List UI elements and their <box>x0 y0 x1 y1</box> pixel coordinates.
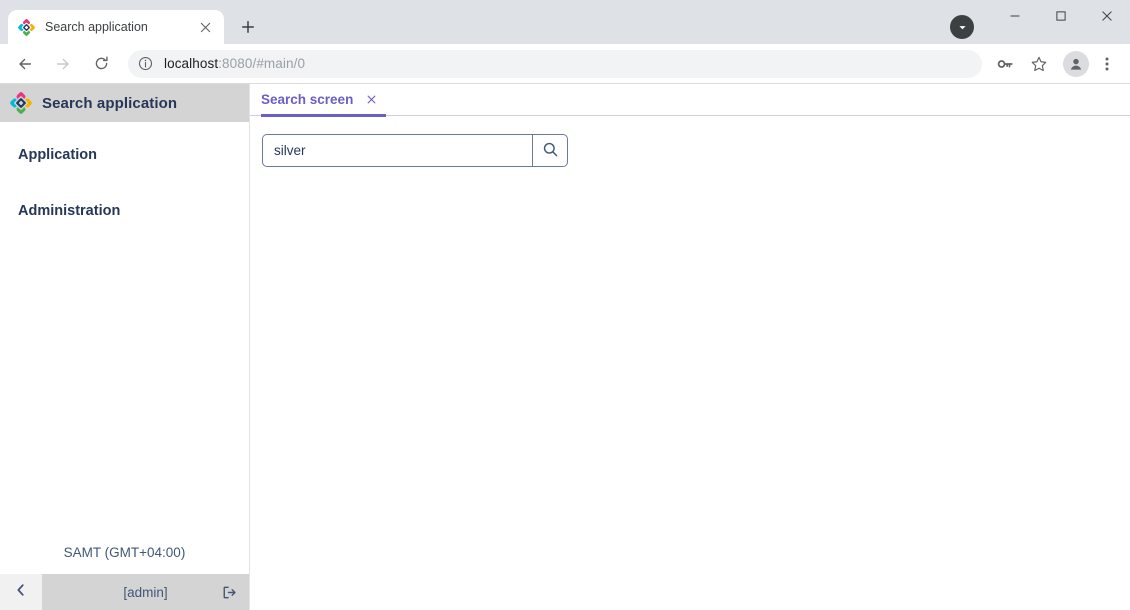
page-viewport: Search application Application Administr… <box>0 84 1130 610</box>
sidebar-item-label: Administration <box>18 203 121 219</box>
minimize-icon[interactable] <box>992 0 1038 32</box>
maximize-icon[interactable] <box>1038 0 1084 32</box>
search-icon <box>542 141 559 161</box>
search-input[interactable] <box>262 134 532 167</box>
address-bar-host: localhost <box>164 56 219 71</box>
main-content: Search screen <box>250 84 1130 610</box>
address-bar-path: :8080/#main/0 <box>218 56 306 71</box>
sidebar-menu: Application Administration <box>0 122 249 535</box>
app-diamond-logo <box>10 92 32 114</box>
window-controls <box>992 0 1130 32</box>
reload-icon[interactable] <box>86 49 116 79</box>
arrow-right-icon <box>48 49 78 79</box>
app-diamond-favicon <box>18 18 35 36</box>
three-dots-vertical-icon[interactable] <box>1094 51 1120 77</box>
browser-window: Search application localhost:8080/#main/… <box>0 0 1130 610</box>
browser-toolbar: localhost:8080/#main/0 <box>0 44 1130 84</box>
search-row <box>262 134 1130 167</box>
new-tab-button[interactable] <box>234 13 262 41</box>
sidebar-item-administration[interactable]: Administration <box>0 194 249 228</box>
app-tab-close-icon[interactable] <box>367 94 376 106</box>
search-button[interactable] <box>532 134 568 167</box>
address-bar-url: localhost:8080/#main/0 <box>164 56 305 71</box>
app-tab-label: Search screen <box>261 92 354 107</box>
logout-icon[interactable] <box>221 584 237 600</box>
user-name: [admin] <box>123 584 168 600</box>
window-close-icon[interactable] <box>1084 0 1130 32</box>
key-icon[interactable] <box>991 50 1019 78</box>
info-circle-icon[interactable] <box>138 56 154 72</box>
sidebar-item-label: Application <box>18 147 97 163</box>
sidebar-item-application[interactable]: Application <box>0 138 249 172</box>
sidebar: Search application Application Administr… <box>0 84 250 610</box>
tab-search-screen[interactable]: Search screen <box>261 92 387 117</box>
avatar-icon[interactable] <box>1063 50 1089 77</box>
address-bar[interactable]: localhost:8080/#main/0 <box>128 49 982 78</box>
current-user-label: [admin] <box>42 574 249 610</box>
sidebar-app-title: Search application <box>42 94 178 112</box>
chevron-left-icon <box>14 583 28 602</box>
star-icon[interactable] <box>1025 50 1053 78</box>
app-tab-bar: Search screen <box>250 84 1130 117</box>
browser-tab[interactable]: Search application <box>8 10 224 44</box>
sidebar-header: Search application <box>0 84 249 122</box>
chevron-down-icon[interactable] <box>950 15 974 39</box>
timezone-label: SAMT (GMT+04:00) <box>63 545 186 560</box>
browser-tab-strip: Search application <box>0 0 1130 44</box>
sidebar-footer: [admin] <box>0 574 249 610</box>
sidebar-collapse-button[interactable] <box>0 574 42 610</box>
browser-tab-close-icon[interactable] <box>196 18 214 36</box>
search-screen-content <box>250 116 1130 610</box>
browser-tab-title: Search application <box>45 20 148 34</box>
arrow-left-icon[interactable] <box>10 49 40 79</box>
